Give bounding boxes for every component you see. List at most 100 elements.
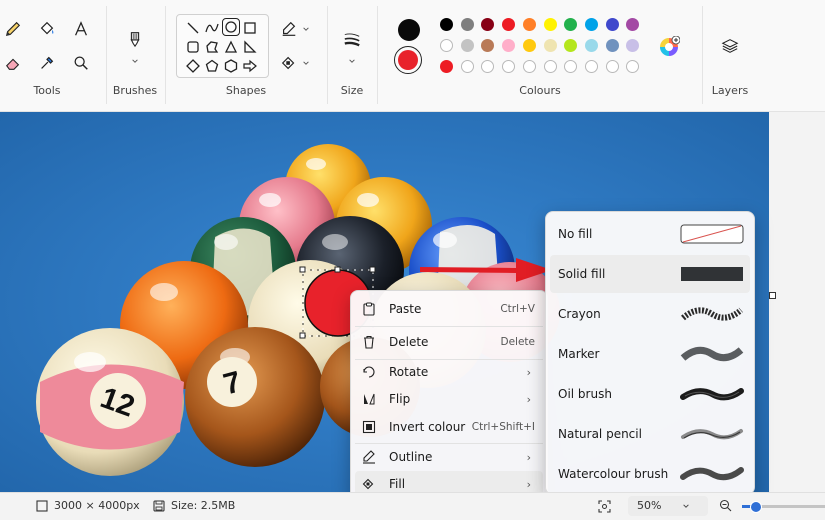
menu-item-invert-colour[interactable]: Invert colour Ctrl+Shift+I: [355, 414, 543, 440]
zoom-slider[interactable]: [742, 501, 825, 513]
shape-rounded-rectangle[interactable]: [184, 38, 202, 56]
color-swatch[interactable]: [626, 39, 640, 52]
fill-option-marker[interactable]: Marker: [550, 335, 750, 373]
size-button[interactable]: [339, 26, 365, 52]
shape-line[interactable]: [184, 19, 202, 37]
shape-polygon[interactable]: [203, 38, 221, 56]
status-bar: 3000 × 4000px Size: 2.5MB 50%: [0, 492, 825, 520]
shape-right-triangle[interactable]: [241, 38, 259, 56]
edit-colors-button[interactable]: [658, 35, 681, 58]
color-swatch[interactable]: [502, 18, 516, 31]
text-tool[interactable]: [68, 16, 94, 42]
rounded-rectangle-icon: [187, 41, 199, 53]
color-swatch[interactable]: [522, 18, 536, 31]
chevron-right-icon: ›: [526, 392, 531, 406]
menu-item-label: Fill: [389, 477, 406, 491]
group-label-size: Size: [340, 84, 364, 97]
arrow-right-icon: [243, 59, 257, 73]
chevron-right-icon: ›: [526, 477, 531, 491]
custom-color-slot[interactable]: [605, 60, 619, 73]
file-size: Size: 2.5MB: [153, 499, 235, 512]
color-swatch[interactable]: [481, 39, 495, 52]
shape-curve[interactable]: [203, 19, 221, 37]
brushes-button[interactable]: [122, 26, 148, 52]
color-swatch[interactable]: [440, 18, 453, 31]
brush-icon: [130, 32, 140, 48]
color-swatch[interactable]: [605, 39, 619, 52]
fill-option-natural-pencil[interactable]: Natural pencil: [550, 415, 750, 453]
zoom-out-button[interactable]: [719, 499, 732, 512]
fill-option-oil-brush[interactable]: Oil brush: [550, 375, 750, 413]
shape-diamond[interactable]: [184, 57, 202, 75]
menu-item-paste[interactable]: Paste Ctrl+V: [355, 296, 543, 322]
custom-color-slot[interactable]: [564, 60, 578, 73]
menu-item-label: Delete: [389, 335, 429, 349]
fit-to-window-button[interactable]: [598, 500, 611, 513]
chevron-down-icon[interactable]: [131, 57, 139, 65]
shape-pentagon[interactable]: [203, 57, 221, 75]
pentagon-icon: [205, 59, 219, 72]
zoom-slider-thumb[interactable]: [750, 501, 762, 513]
color-swatch[interactable]: [584, 18, 598, 31]
color-swatch[interactable]: [481, 18, 495, 31]
color-swatch[interactable]: [605, 18, 619, 31]
fill-option-crayon[interactable]: Crayon: [550, 295, 750, 333]
menu-item-delete[interactable]: Delete Delete: [355, 329, 543, 355]
custom-color-slot[interactable]: [502, 60, 516, 73]
layers-button[interactable]: [717, 33, 743, 59]
magnifier-tool[interactable]: [68, 50, 94, 76]
color-swatch[interactable]: [440, 60, 453, 73]
pencil-icon: [5, 21, 21, 37]
chevron-right-icon: ›: [526, 365, 531, 379]
color-swatch[interactable]: [584, 39, 598, 52]
color-picker-tool[interactable]: [34, 50, 60, 76]
menu-item-outline[interactable]: Outline ›: [355, 444, 543, 470]
custom-color-slot[interactable]: [460, 60, 474, 73]
fill-option-no-fill[interactable]: No fill: [550, 215, 750, 253]
chevron-down-icon[interactable]: [302, 25, 310, 33]
custom-color-slot[interactable]: [522, 60, 536, 73]
color-swatch[interactable]: [502, 39, 516, 52]
color-swatch[interactable]: [564, 39, 578, 52]
shape-rectangle[interactable]: [241, 19, 259, 37]
menu-item-label: Paste: [389, 302, 422, 316]
hexagon-icon: [224, 59, 238, 73]
fill-button[interactable]: [276, 50, 302, 76]
fill-option-solid-fill[interactable]: Solid fill: [550, 255, 750, 293]
color-swatch[interactable]: [564, 18, 578, 31]
color-swatch[interactable]: [440, 39, 453, 52]
zoom-dropdown[interactable]: 50%: [628, 496, 708, 516]
dimensions-text: 3000 × 4000px: [54, 499, 140, 512]
shape-hexagon[interactable]: [222, 57, 240, 75]
color-swatch[interactable]: [543, 18, 557, 31]
save-disk-icon: [153, 499, 165, 512]
text-icon: [75, 21, 87, 36]
secondary-color[interactable]: [394, 46, 422, 74]
color-swatch[interactable]: [626, 18, 640, 31]
shape-triangle[interactable]: [222, 38, 240, 56]
chevron-down-icon[interactable]: [348, 57, 356, 65]
eraser-tool[interactable]: [0, 50, 26, 76]
chevron-down-icon[interactable]: [302, 59, 310, 67]
fill-option-watercolour-brush[interactable]: Watercolour brush: [550, 455, 750, 493]
primary-color[interactable]: [398, 19, 420, 41]
color-swatch[interactable]: [543, 39, 557, 52]
file-size-text: Size: 2.5MB: [171, 499, 236, 512]
custom-color-slot[interactable]: [584, 60, 598, 73]
color-swatch[interactable]: [522, 39, 536, 52]
custom-color-slot[interactable]: [543, 60, 557, 73]
pencil-tool[interactable]: [0, 16, 26, 42]
color-swatch[interactable]: [460, 18, 474, 31]
chevron-right-icon: ›: [526, 450, 531, 464]
color-swatch[interactable]: [460, 39, 474, 52]
menu-item-rotate[interactable]: Rotate ›: [355, 359, 543, 385]
menu-item-flip[interactable]: Flip ›: [355, 386, 543, 412]
shape-oval[interactable]: [222, 18, 240, 36]
fill-bucket-tool[interactable]: [34, 16, 60, 42]
canvas-resize-handle[interactable]: [769, 292, 776, 299]
outline-button[interactable]: [276, 16, 302, 42]
custom-color-slot[interactable]: [626, 60, 640, 73]
shape-arrow[interactable]: [241, 57, 259, 75]
custom-color-slot[interactable]: [481, 60, 495, 73]
outline-icon: [282, 21, 296, 36]
